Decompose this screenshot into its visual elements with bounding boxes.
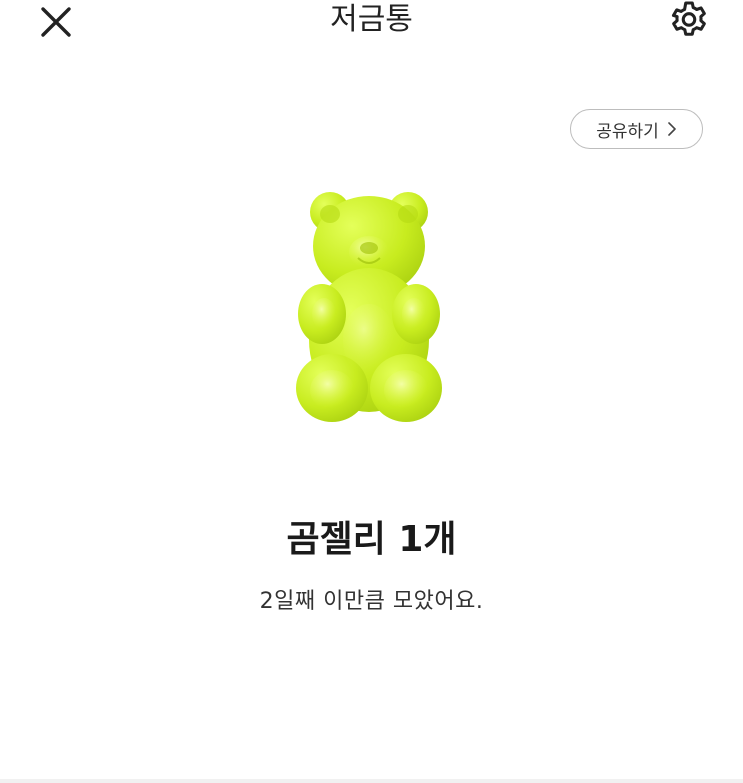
header: 저금통 [0, 0, 743, 48]
gummy-bear-icon [296, 190, 442, 422]
page-title: 저금통 [330, 2, 413, 37]
share-button[interactable]: 공유하기 [570, 109, 703, 149]
share-label: 공유하기 [596, 121, 659, 142]
saving-days-text: 2일째 이만큼 모았어요. [259, 589, 484, 614]
gear-icon [671, 1, 706, 36]
bottom-divider [0, 779, 743, 783]
settings-button[interactable] [659, 0, 719, 48]
jelly-count: 곰젤리 1개 [286, 519, 457, 560]
chevron-right-icon [667, 121, 677, 137]
piggy-bank-screen: 저금통 공유하기 곰젤리 1개 2일째 이만큼 모았어요. [0, 0, 743, 783]
